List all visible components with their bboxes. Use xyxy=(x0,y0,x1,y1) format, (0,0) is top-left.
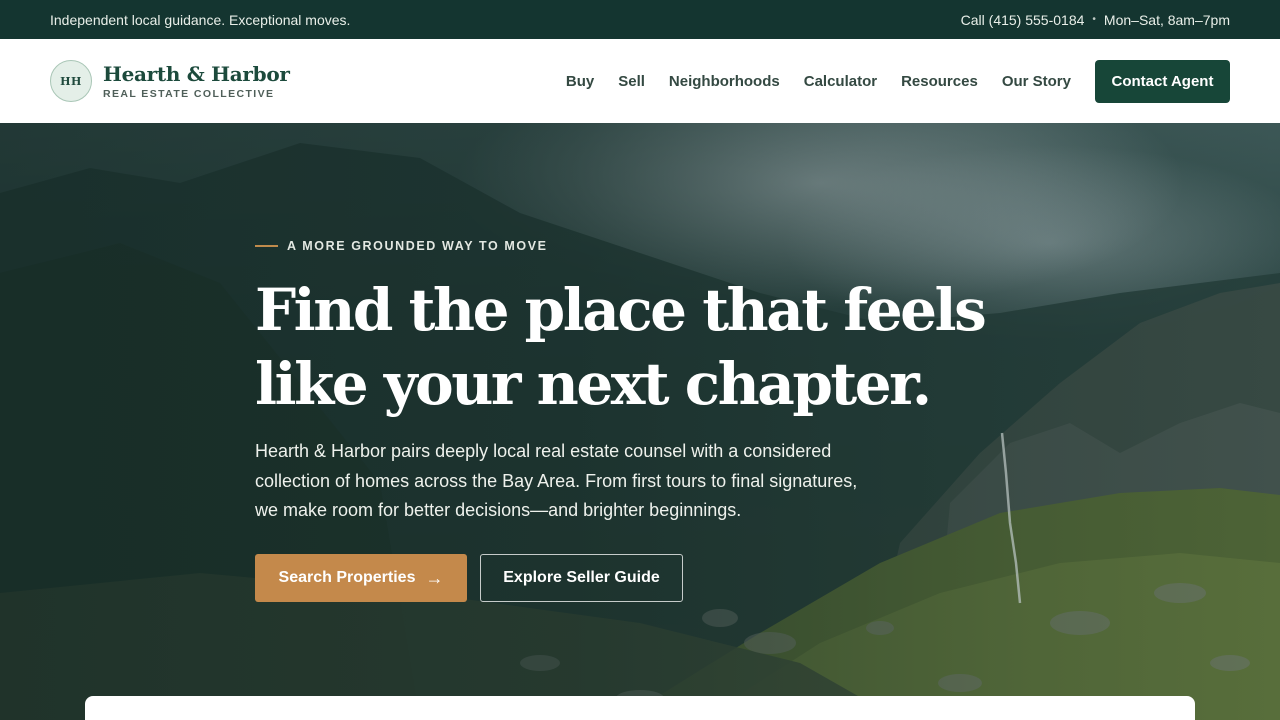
nav-item-neighborhoods[interactable]: Neighborhoods xyxy=(669,73,780,90)
contact-agent-button[interactable]: Contact Agent xyxy=(1095,59,1230,103)
arrow-right-icon: → xyxy=(425,567,444,588)
utility-bar: Independent local guidance. Exceptional … xyxy=(0,0,1280,39)
business-hours: Mon–Sat, 8am–7pm xyxy=(1103,11,1230,28)
monogram-badge: HH xyxy=(50,60,92,102)
nav-item-calculator[interactable]: Calculator xyxy=(804,73,877,90)
search-properties-label: Search Properties xyxy=(278,569,416,586)
contact-info: Call (415) 555-0184 • Mon–Sat, 8am–7pm xyxy=(961,12,1230,28)
nav-item-our-story[interactable]: Our Story xyxy=(1002,73,1071,90)
hero-eyebrow: A MORE GROUNDED WAY TO MOVE xyxy=(255,239,548,253)
brand-logo[interactable]: HH Hearth & Harbor REAL ESTATE COLLECTIV… xyxy=(50,60,290,102)
eyebrow-text: A MORE GROUNDED WAY TO MOVE xyxy=(287,239,548,253)
brand-text: Hearth & Harbor REAL ESTATE COLLECTIVE xyxy=(103,63,290,100)
phone-link[interactable]: Call (415) 555-0184 xyxy=(961,12,1085,28)
search-properties-button[interactable]: Search Properties → xyxy=(255,554,467,602)
hero-section: A MORE GROUNDED WAY TO MOVE Find the pla… xyxy=(0,123,1280,720)
search-card xyxy=(85,696,1195,720)
hero-subtext: Hearth & Harbor pairs deeply local real … xyxy=(255,441,858,520)
brand-tagline: REAL ESTATE COLLECTIVE xyxy=(103,87,275,100)
site-header: HH Hearth & Harbor REAL ESTATE COLLECTIV… xyxy=(0,39,1280,123)
hero-headline: Find the place that feels like your next… xyxy=(255,276,987,418)
nav-item-buy[interactable]: Buy xyxy=(566,73,594,90)
nav-item-sell[interactable]: Sell xyxy=(618,73,645,90)
hero-actions: Search Properties → Explore Seller Guide xyxy=(255,554,683,602)
hero-overlay xyxy=(0,123,1280,720)
nav-item-resources[interactable]: Resources xyxy=(901,73,978,90)
explore-seller-guide-button[interactable]: Explore Seller Guide xyxy=(480,554,683,602)
utility-tagline: Independent local guidance. Exceptional … xyxy=(50,11,351,28)
eyebrow-accent-line xyxy=(255,245,278,247)
brand-name: Hearth & Harbor xyxy=(103,61,290,86)
main-nav: Buy Sell Neighborhoods Calculator Resour… xyxy=(566,59,1230,103)
separator-dot: • xyxy=(1092,14,1096,25)
